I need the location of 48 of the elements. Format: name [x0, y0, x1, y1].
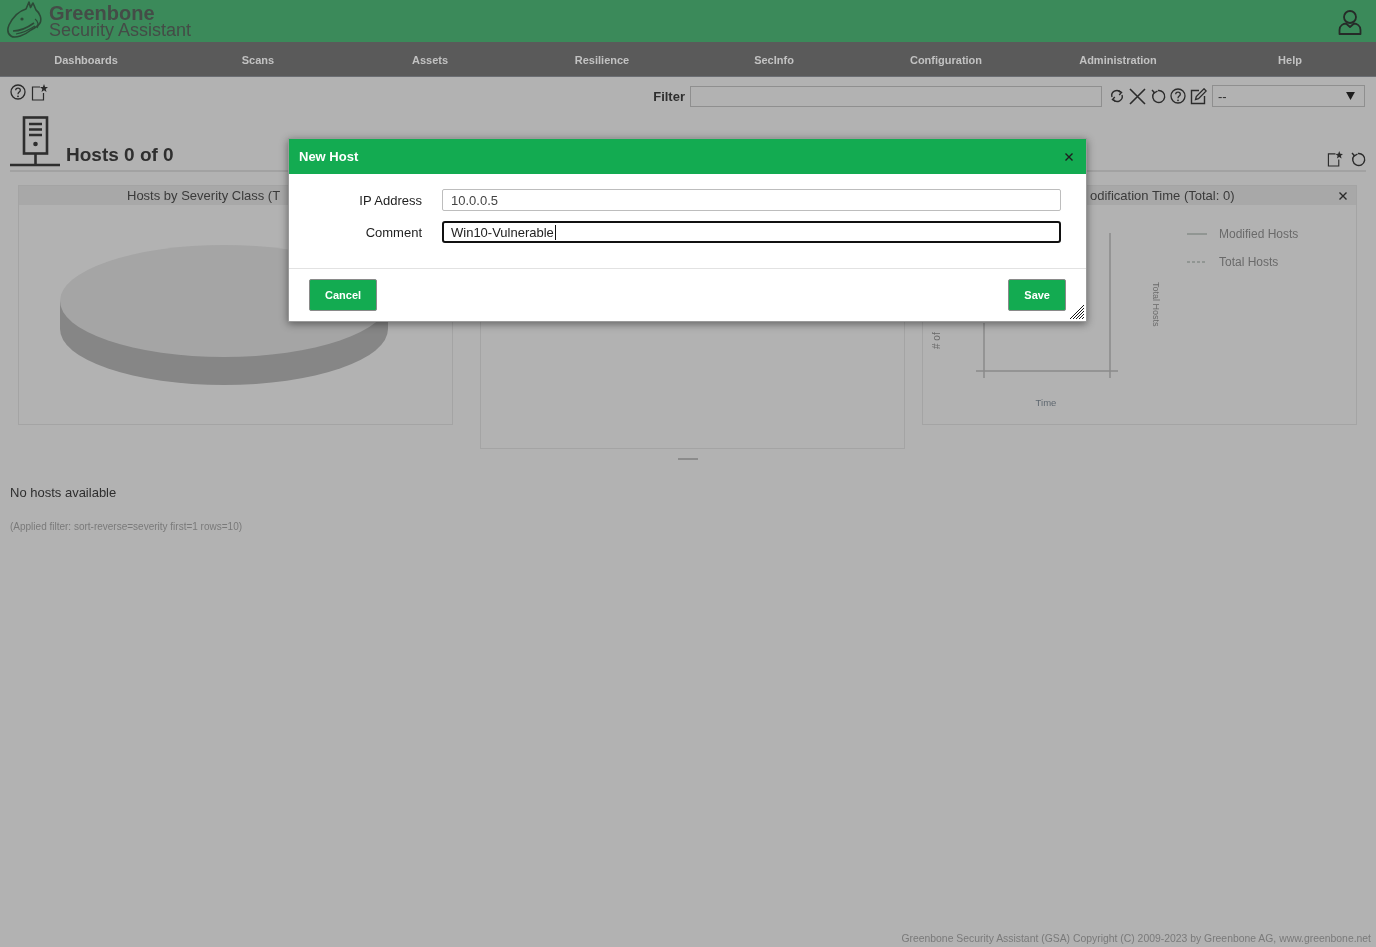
- dialog-title: New Host: [299, 149, 359, 164]
- nav-item[interactable]: Administration: [1079, 54, 1157, 66]
- nav-item[interactable]: Configuration: [909, 54, 983, 66]
- document-star-icon[interactable]: [31, 83, 48, 101]
- filter-label: Filter: [653, 88, 685, 104]
- brand-subtitle: Security Assistant: [49, 21, 192, 39]
- dog-head-icon: [5, 1, 45, 41]
- solid-line-icon: [1186, 233, 1208, 235]
- nav-item[interactable]: Resilience: [574, 54, 630, 66]
- document-star-icon[interactable]: [1327, 151, 1343, 167]
- x-axis-label: Time: [1035, 397, 1057, 408]
- user-icon[interactable]: [1338, 9, 1362, 35]
- y2-axis-label: Total Hosts: [1151, 282, 1161, 327]
- legend-label: Total Hosts: [1219, 255, 1279, 269]
- filter-select[interactable]: --: [1212, 85, 1365, 107]
- caret-icon: [1346, 92, 1355, 100]
- drag-handle-icon[interactable]: [678, 458, 698, 461]
- filter-input[interactable]: [690, 85, 1102, 107]
- field-label: IP Address: [359, 192, 422, 208]
- resize-grip-icon[interactable]: [1067, 302, 1085, 320]
- server-icon: [10, 116, 60, 167]
- close-icon[interactable]: [1065, 152, 1073, 161]
- refresh-icon[interactable]: [1109, 88, 1125, 104]
- panel-title: odification Time (Total: 0): [1090, 188, 1235, 203]
- rotate-arrow-icon[interactable]: [1350, 151, 1366, 167]
- nav-item[interactable]: Assets: [411, 54, 449, 66]
- brand-name: Greenbone: [49, 4, 155, 22]
- text-field[interactable]: 10.0.0.5: [442, 189, 1061, 211]
- help-icon[interactable]: [10, 84, 26, 100]
- dialog-button[interactable]: Save: [1008, 279, 1066, 311]
- legend-label: Modified Hosts: [1219, 227, 1299, 241]
- empty-message: No hosts available: [10, 485, 117, 500]
- close-icon[interactable]: [1339, 191, 1347, 200]
- nav-item[interactable]: Scans: [241, 54, 275, 66]
- help-icon[interactable]: [1170, 88, 1186, 104]
- dialog-button[interactable]: Cancel: [309, 279, 378, 311]
- nav-item[interactable]: Help: [1278, 54, 1302, 66]
- y-axis-label: # of: [931, 332, 942, 349]
- dashed-line-icon: [1186, 261, 1208, 263]
- nav-item[interactable]: Dashboards: [54, 54, 118, 66]
- nav-item[interactable]: SecInfo: [754, 54, 794, 66]
- text-field[interactable]: Win10-Vulnerable: [442, 221, 1061, 243]
- field-label: Comment: [365, 224, 422, 240]
- panel-title: Hosts by Severity Class (T: [127, 188, 281, 203]
- x-mark-icon[interactable]: [1129, 87, 1146, 105]
- page-title: Hosts 0 of 0: [66, 144, 174, 166]
- rotate-arrow-icon[interactable]: [1150, 88, 1166, 104]
- pencil-square-icon[interactable]: [1190, 87, 1207, 105]
